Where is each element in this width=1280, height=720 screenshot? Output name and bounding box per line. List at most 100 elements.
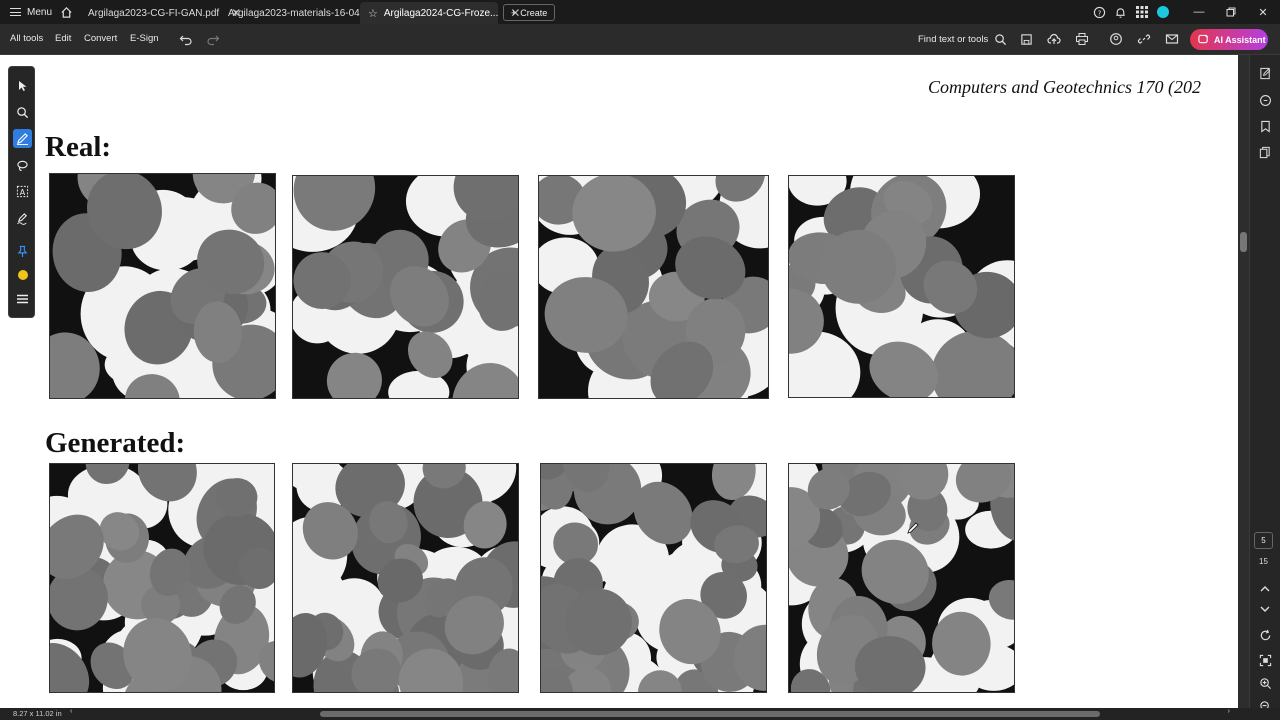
save-button[interactable] — [1019, 32, 1033, 46]
link-icon — [1137, 34, 1151, 44]
generated-image-2 — [292, 463, 519, 693]
scroll-thumb[interactable] — [1240, 232, 1247, 252]
bell-icon — [1115, 7, 1125, 18]
real-image-4 — [788, 175, 1015, 398]
help-button[interactable]: ? — [1092, 5, 1106, 19]
share-people-icon — [1110, 33, 1122, 45]
scroll-right-icon[interactable]: › — [1228, 708, 1230, 715]
hamburger-icon — [17, 294, 28, 303]
previous-page-button[interactable] — [1257, 581, 1273, 597]
link-button[interactable] — [1137, 32, 1151, 46]
generated-image-4 — [788, 463, 1015, 693]
tab-file-3[interactable]: ☆ Argilaga2024-CG-Froze... ✕ — [360, 2, 520, 24]
rotate-button[interactable] — [1257, 627, 1273, 643]
upload-button[interactable] — [1047, 32, 1061, 46]
home-icon — [60, 6, 72, 18]
highlight-pen-tool-button[interactable] — [13, 129, 32, 148]
chevron-down-icon — [1260, 606, 1270, 612]
next-page-button[interactable] — [1257, 601, 1273, 617]
find-tools[interactable]: Find text or tools — [918, 33, 1007, 46]
tab-label: Argilaga2024-CG-Froze... — [383, 7, 499, 19]
search-icon — [995, 34, 1007, 46]
real-image-1 — [49, 173, 276, 399]
close-window-button[interactable]: ✕ — [1255, 4, 1271, 20]
share-review-button[interactable] — [1109, 32, 1123, 46]
create-button[interactable]: + Create — [503, 4, 556, 21]
undo-button[interactable] — [179, 32, 193, 46]
menu-button[interactable]: Menu — [6, 4, 56, 20]
email-button[interactable] — [1165, 32, 1179, 46]
cloud-upload-icon — [1047, 33, 1061, 44]
redo-button[interactable] — [206, 32, 220, 46]
text-box-tool-button[interactable]: A — [13, 182, 32, 201]
comment-icon — [1259, 94, 1271, 106]
fit-page-icon — [1259, 654, 1271, 666]
signature-pen-icon — [17, 213, 28, 225]
menu-edit[interactable]: Edit — [55, 33, 71, 44]
copy-pages-icon — [1259, 146, 1270, 158]
right-panel — [1250, 55, 1280, 712]
toolbar: All tools Edit Convert E-Sign Find text … — [0, 24, 1280, 55]
menu-convert[interactable]: Convert — [84, 33, 117, 44]
tab-label: Argilaga2023-materials-16-0474... — [228, 7, 380, 19]
rotate-icon — [1260, 629, 1270, 640]
vertical-scrollbar[interactable] — [1238, 55, 1249, 708]
zoom-icon — [17, 107, 29, 119]
pin-icon — [17, 245, 28, 257]
bookmarks-panel-button[interactable] — [1257, 118, 1273, 134]
status-bar: 8.27 x 11.02 in ‹ › — [0, 708, 1280, 720]
generated-heading: Generated: — [45, 427, 186, 459]
star-icon[interactable]: ☆ — [368, 7, 378, 20]
scroll-left-icon[interactable]: ‹ — [70, 708, 72, 715]
page-size-label: 8.27 x 11.02 in — [13, 709, 62, 718]
fit-page-button[interactable] — [1257, 652, 1273, 668]
ai-assistant-button[interactable]: AI Assistant — [1190, 29, 1268, 50]
redo-icon — [207, 35, 220, 46]
color-picker-button[interactable] — [13, 265, 32, 284]
horizontal-scrollbar[interactable]: ‹ › — [70, 708, 1230, 718]
tab-label: Argilaga2023-CG-FI-GAN.pdf — [88, 7, 220, 19]
pen-cursor-icon — [907, 522, 919, 534]
help-icon: ? — [1093, 6, 1105, 18]
create-label: Create — [520, 7, 548, 18]
text-box-icon: A — [16, 185, 29, 198]
close-icon: ✕ — [1258, 6, 1268, 19]
menu-label: Menu — [27, 6, 53, 18]
lasso-tool-button[interactable] — [13, 156, 32, 175]
menu-e-sign[interactable]: E-Sign — [130, 33, 159, 44]
avatar[interactable] — [1157, 6, 1169, 18]
find-label: Find text or tools — [918, 34, 989, 45]
restore-button[interactable] — [1223, 4, 1239, 20]
notifications-button[interactable] — [1113, 5, 1127, 19]
real-heading: Real: — [45, 131, 112, 163]
edit-pdf-panel-button[interactable] — [1257, 65, 1273, 81]
edit-document-icon — [1259, 67, 1270, 79]
menu-all-tools[interactable]: All tools — [10, 33, 43, 44]
save-icon — [1020, 33, 1032, 45]
real-image-2 — [292, 175, 519, 399]
pin-tool-button[interactable] — [13, 242, 32, 261]
bookmark-icon — [1260, 120, 1270, 133]
scroll-thumb[interactable] — [320, 711, 1100, 717]
pages-panel-button[interactable] — [1257, 144, 1273, 160]
svg-text:?: ? — [1097, 8, 1101, 17]
chevron-up-icon — [1260, 586, 1270, 592]
minimize-button[interactable]: — — [1191, 4, 1207, 20]
print-button[interactable] — [1075, 32, 1089, 46]
plus-icon: + — [511, 7, 517, 18]
select-tool-button[interactable] — [13, 76, 32, 95]
more-tools-button[interactable] — [13, 289, 32, 308]
zoom-in-button[interactable] — [1257, 675, 1273, 691]
sign-tool-button[interactable] — [13, 209, 32, 228]
apps-button[interactable] — [1135, 5, 1149, 19]
minimize-icon: — — [1193, 6, 1205, 18]
current-page-input[interactable]: 5 — [1254, 532, 1273, 549]
lasso-icon — [17, 160, 28, 172]
printer-icon — [1076, 33, 1088, 45]
document-viewport[interactable]: Computers and Geotechnics 170 (202 Real:… — [0, 55, 1250, 708]
tab-bar: Menu Argilaga2023-CG-FI-GAN.pdf ✕ Argila… — [0, 0, 1280, 24]
comments-panel-button[interactable] — [1257, 92, 1273, 108]
home-button[interactable] — [58, 4, 74, 20]
restore-icon — [1226, 7, 1236, 17]
zoom-tool-button[interactable] — [13, 103, 32, 122]
